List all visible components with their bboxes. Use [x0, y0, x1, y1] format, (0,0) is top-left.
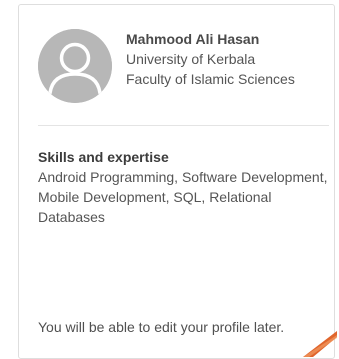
- profile-info: Mahmood Ali Hasan University of Kerbala …: [126, 29, 336, 89]
- edit-later-note: You will be able to edit your profile la…: [38, 319, 285, 335]
- default-user-icon: [38, 29, 112, 103]
- corner-accent-icon: [303, 331, 337, 357]
- profile-header: Mahmood Ali Hasan University of Kerbala …: [38, 29, 330, 109]
- skills-section: Skills and expertise Android Programming…: [38, 147, 334, 227]
- profile-card: Mahmood Ali Hasan University of Kerbala …: [18, 4, 337, 359]
- divider: [38, 125, 329, 126]
- profile-department: Faculty of Islamic Sciences: [126, 71, 295, 87]
- skills-list: Android Programming, Software Developmen…: [38, 169, 328, 225]
- skills-title: Skills and expertise: [38, 149, 169, 165]
- profile-name: Mahmood Ali Hasan: [126, 31, 260, 47]
- profile-institution: University of Kerbala: [126, 51, 256, 67]
